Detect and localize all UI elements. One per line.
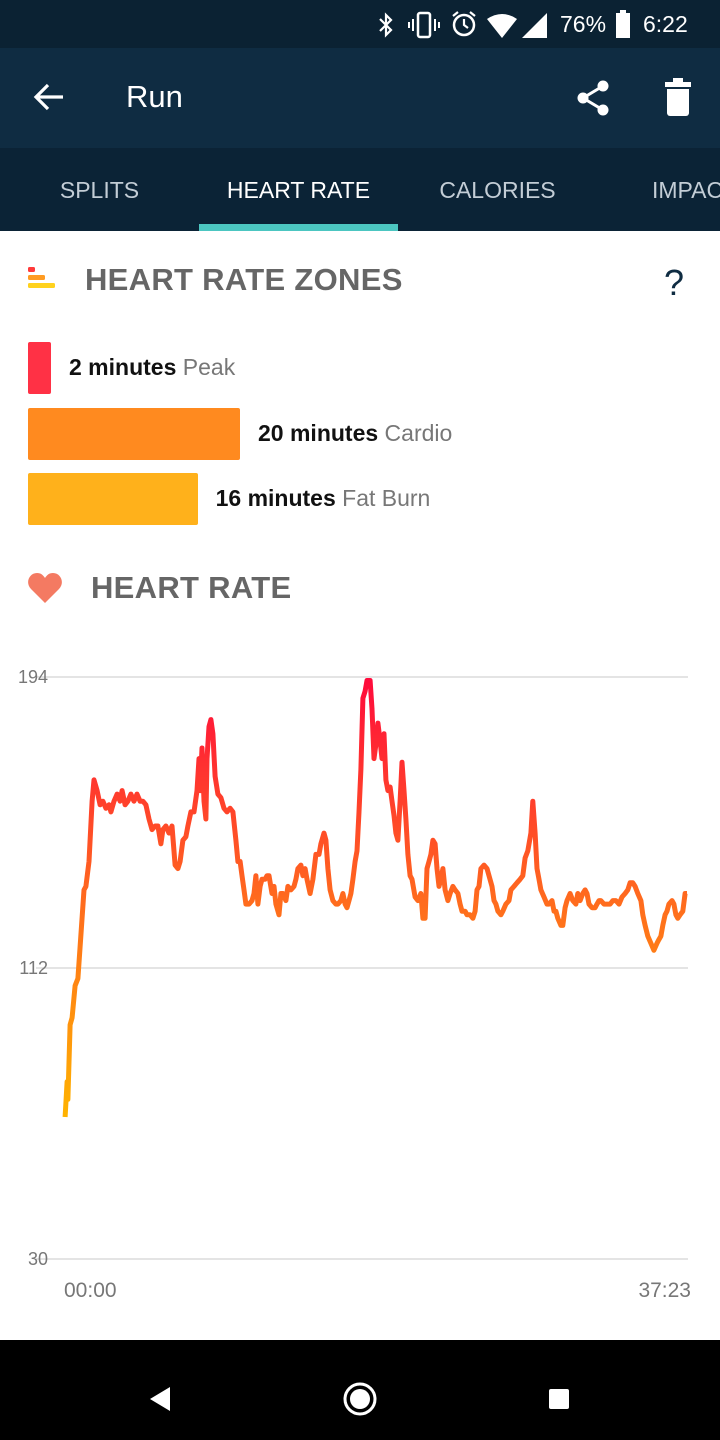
page-title: Run <box>126 79 183 114</box>
tab-impact[interactable]: IMPAC <box>652 148 720 231</box>
bluetooth-icon <box>379 12 393 38</box>
x-tick-label-start: 00:00 <box>64 1279 117 1302</box>
heart-rate-line <box>62 678 688 1118</box>
zones-title: HEART RATE ZONES <box>85 262 403 297</box>
tab-bar: SPLITS HEART RATE CALORIES IMPAC <box>0 148 720 231</box>
help-icon[interactable]: ? <box>664 262 684 304</box>
system-nav-bar <box>0 1340 720 1440</box>
clock: 6:22 <box>643 11 688 37</box>
status-bar: 76% 6:22 <box>0 0 720 48</box>
battery-icon <box>616 10 630 38</box>
app-bar: Run <box>0 48 720 148</box>
battery-percent: 76% <box>560 11 607 37</box>
heart-rate-chart: 30 112 194 00:00 37:23 <box>18 667 691 1302</box>
zone-bar-cardio <box>28 408 240 460</box>
zones-icon <box>28 267 55 288</box>
vibrate-icon <box>408 11 440 39</box>
arrow-left-icon[interactable] <box>32 82 66 112</box>
zone-name: Fat Burn <box>342 485 431 511</box>
zone-bar-peak <box>28 342 51 394</box>
heart-icon <box>28 573 62 603</box>
zone-label: 16 minutes Fat Burn <box>216 485 431 512</box>
trash-icon[interactable] <box>664 78 692 116</box>
signal-icon <box>522 13 547 38</box>
y-tick-label: 30 <box>28 1249 48 1269</box>
share-icon[interactable] <box>574 78 614 118</box>
nav-recents-icon[interactable] <box>548 1388 570 1410</box>
zone-bar-fat-burn <box>28 473 198 525</box>
x-tick-label-end: 37:23 <box>638 1279 691 1302</box>
wifi-icon <box>487 14 517 38</box>
tab-calories[interactable]: CALORIES <box>398 148 597 231</box>
zone-name: Cardio <box>384 420 453 446</box>
zone-label: 20 minutes Cardio <box>258 420 452 447</box>
alarm-icon <box>452 11 476 37</box>
y-tick-label: 112 <box>19 958 48 978</box>
tab-splits[interactable]: SPLITS <box>0 148 199 231</box>
zone-label: 2 minutes Peak <box>69 354 235 381</box>
heart-rate-title: HEART RATE <box>91 570 292 605</box>
zone-name: Peak <box>182 354 236 380</box>
zone-amount: 2 minutes <box>69 354 177 380</box>
nav-back-icon[interactable] <box>148 1386 172 1412</box>
zone-amount: 16 minutes <box>215 485 336 511</box>
zone-amount: 20 minutes <box>258 420 379 446</box>
tab-heart-rate[interactable]: HEART RATE <box>199 148 398 231</box>
active-tab-indicator <box>199 224 398 231</box>
y-tick-label: 194 <box>18 667 48 687</box>
nav-home-icon[interactable] <box>342 1381 378 1417</box>
